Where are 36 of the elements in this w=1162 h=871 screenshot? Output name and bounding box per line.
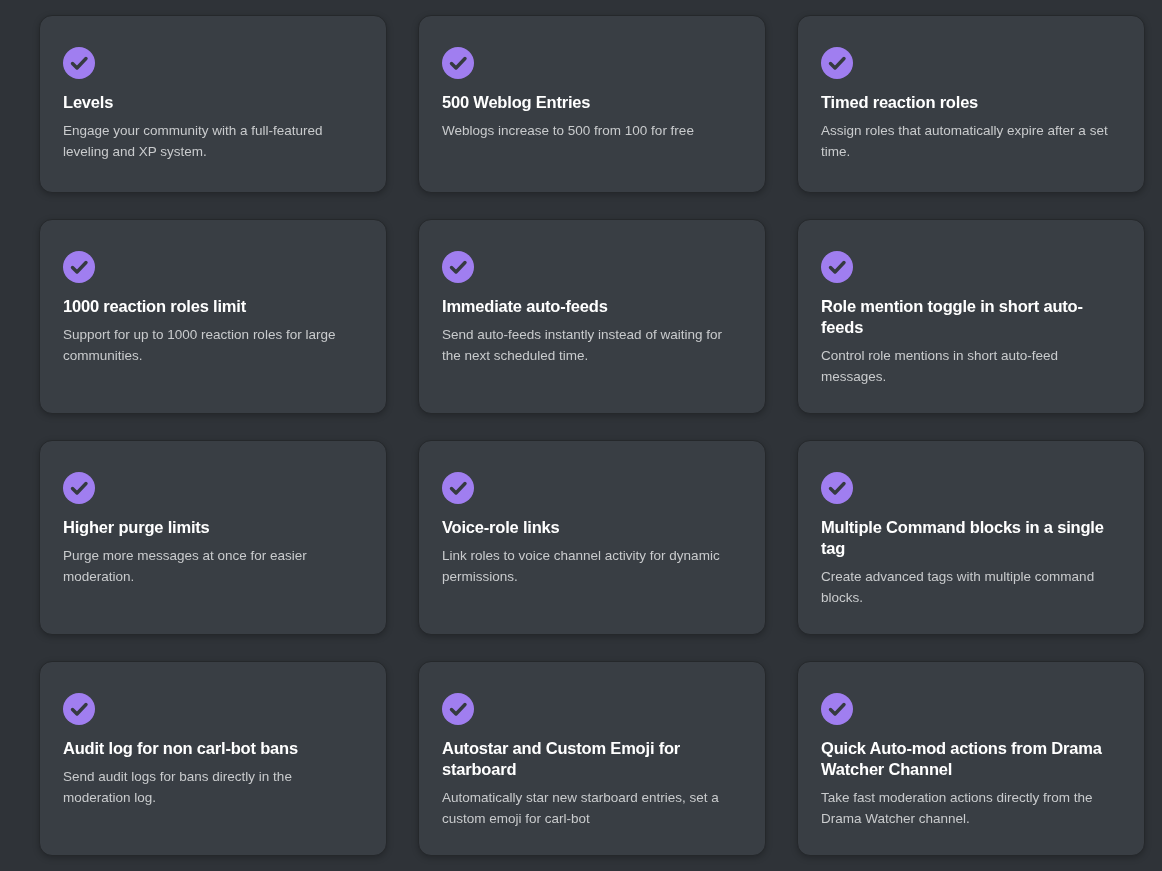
feature-title: 1000 reaction roles limit <box>63 296 247 317</box>
feature-description: Engage your community with a full-featured leveling and XP system. <box>63 122 324 161</box>
feature-title: Levels <box>63 92 115 113</box>
feature-description: Send auto-feeds instantly instead of waiting for the next scheduled time. <box>442 326 723 365</box>
feature-title: Timed reaction roles <box>821 92 980 113</box>
check-circle-icon <box>442 251 474 283</box>
check-circle-icon <box>821 693 853 725</box>
check-circle-icon <box>821 472 853 504</box>
check-circle-icon <box>442 47 474 79</box>
feature-title: Autostar and Custom Emoji for starboard <box>442 738 682 780</box>
feature-title: Quick Auto-mod actions from Drama Watcher Channel <box>821 738 1103 780</box>
check-circle-icon <box>63 472 95 504</box>
feature-title: Multiple Command blocks in a single tag <box>821 517 1105 559</box>
feature-title: Audit log for non carl-bot bans <box>63 738 299 759</box>
feature-description: Control role mentions in short auto-feed messages. <box>821 347 1060 386</box>
feature-title: Immediate auto-feeds <box>442 296 609 317</box>
feature-description: Take fast moderation actions directly from the Drama Watcher channel. <box>821 789 1094 828</box>
feature-description: Create advanced tags with multiple command blocks. <box>821 568 1096 607</box>
feature-title: Role mention toggle in short auto-feeds <box>821 296 1084 338</box>
check-circle-icon <box>442 472 474 504</box>
feature-description: Assign roles that automatically expire after a set time. <box>821 122 1109 161</box>
feature-title: Voice-role links <box>442 517 561 538</box>
feature-description: Link roles to voice channel activity for dynamic permissions. <box>442 547 721 586</box>
feature-description: Send audit logs for bans directly in the moderation log. <box>63 768 293 807</box>
feature-title: 500 Weblog Entries <box>442 92 592 113</box>
feature-description: Purge more messages at once for easier moderation. <box>63 547 308 586</box>
check-circle-icon <box>63 47 95 79</box>
feature-description: Weblogs increase to 500 from 100 for free <box>442 122 695 140</box>
feature-title: Higher purge limits <box>63 517 211 538</box>
check-circle-icon <box>821 251 853 283</box>
feature-description: Automatically star new starboard entries, set a custom emoji for carl-bot <box>442 789 720 828</box>
check-circle-icon <box>63 251 95 283</box>
check-circle-icon <box>63 693 95 725</box>
check-circle-icon <box>442 693 474 725</box>
feature-description: Support for up to 1000 reaction roles for large communities. <box>63 326 337 365</box>
check-circle-icon <box>821 47 853 79</box>
